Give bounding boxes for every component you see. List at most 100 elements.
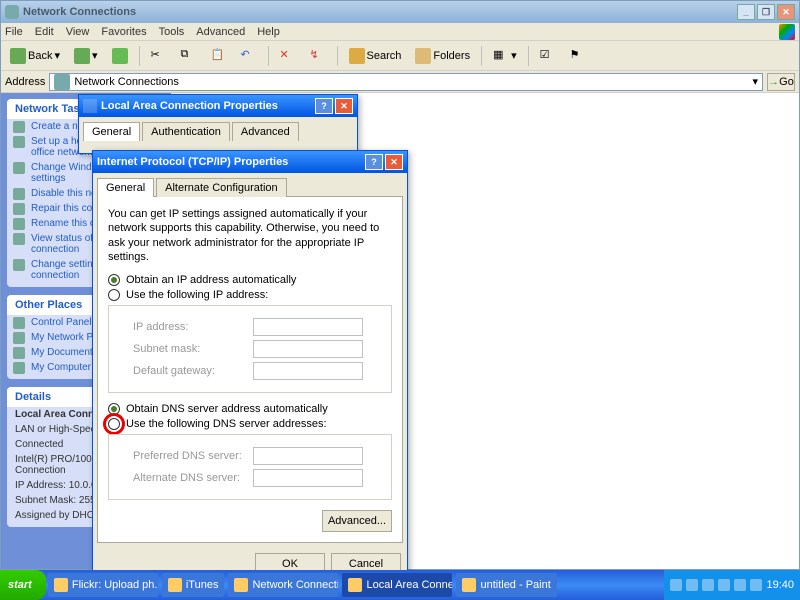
address-label: Address <box>5 76 45 88</box>
netconn-icon <box>54 74 70 90</box>
label-dns-auto: Obtain DNS server address automatically <box>126 403 328 415</box>
label-dns-manual: Use the following DNS server addresses: <box>126 418 327 430</box>
input-gateway[interactable] <box>253 362 363 380</box>
paste-button[interactable]: 📋 <box>206 45 232 67</box>
cut-button[interactable]: ✂ <box>146 45 172 67</box>
windows-logo-icon <box>779 24 795 40</box>
menu-edit[interactable]: Edit <box>35 26 54 38</box>
window-title: Network Connections <box>23 6 136 18</box>
paste-icon: 📋 <box>211 48 227 64</box>
menu-advanced[interactable]: Advanced <box>196 26 245 38</box>
menu-file[interactable]: File <box>5 26 23 38</box>
input-pref-dns[interactable] <box>253 447 363 465</box>
help-button[interactable]: ? <box>315 98 333 114</box>
radio-ip-manual[interactable] <box>108 289 120 301</box>
tcpip-properties-dialog: Internet Protocol (TCP/IP) Properties ? … <box>92 150 408 582</box>
undo2-button[interactable]: ↯ <box>305 45 331 67</box>
main-titlebar: Network Connections _ ❐ ✕ <box>1 1 799 23</box>
go-button[interactable]: →Go <box>767 73 795 91</box>
app-icon <box>348 578 362 592</box>
delete-button[interactable]: ✕ <box>275 45 301 67</box>
address-value: Network Connections <box>74 76 179 88</box>
menu-help[interactable]: Help <box>257 26 280 38</box>
address-field[interactable]: Network Connections ▾ <box>49 73 763 91</box>
app-icon <box>168 578 182 592</box>
taskbar-item[interactable]: Flickr: Upload ph... <box>48 573 158 597</box>
tray-icon[interactable] <box>718 579 730 591</box>
search-icon <box>349 48 365 64</box>
toolbar: Back ▾ ▾ ✂ ⧉ 📋 ↶ ✕ ↯ Search Folders ▦▾ ☑… <box>1 41 799 71</box>
taskbar: start Flickr: Upload ph... iTunes Networ… <box>0 570 800 600</box>
tab-authentication[interactable]: Authentication <box>142 122 230 141</box>
dialog-icon <box>83 99 97 113</box>
up-button[interactable] <box>107 45 133 67</box>
cut-icon: ✂ <box>151 48 167 64</box>
undo-icon: ↶ <box>241 48 257 64</box>
menu-view[interactable]: View <box>66 26 90 38</box>
back-icon <box>10 48 26 64</box>
check-icon: ☑ <box>540 48 556 64</box>
tab-general[interactable]: General <box>83 122 140 141</box>
views-button[interactable]: ▦▾ <box>488 45 522 67</box>
label-ip-manual: Use the following IP address: <box>126 289 268 301</box>
tab-general[interactable]: General <box>97 178 154 197</box>
forward-button[interactable]: ▾ <box>69 45 103 67</box>
app-icon <box>234 578 248 592</box>
close-button[interactable]: ✕ <box>335 98 353 114</box>
label-alt-dns: Alternate DNS server: <box>133 472 253 484</box>
start-button[interactable]: start <box>0 570 46 600</box>
advanced-button[interactable]: Advanced... <box>322 510 392 532</box>
radio-ip-auto[interactable] <box>108 274 120 286</box>
copy-button[interactable]: ⧉ <box>176 45 202 67</box>
folder-up-icon <box>112 48 128 64</box>
tray-icon[interactable] <box>702 579 714 591</box>
tb-extra1[interactable]: ☑ <box>535 45 561 67</box>
app-icon <box>462 578 476 592</box>
dlg1-title: Local Area Connection Properties <box>101 100 278 112</box>
tray-icon[interactable] <box>670 579 682 591</box>
system-tray: 19:40 <box>664 570 800 600</box>
tray-icon[interactable] <box>686 579 698 591</box>
taskbar-item[interactable]: Network Connecti... <box>228 573 338 597</box>
copy-icon: ⧉ <box>181 48 197 64</box>
taskbar-item-active[interactable]: Local Area Conne... <box>342 573 452 597</box>
close-button[interactable]: ✕ <box>777 4 795 20</box>
label-subnet: Subnet mask: <box>133 343 253 355</box>
taskbar-item[interactable]: untitled - Paint <box>456 573 556 597</box>
tray-icon[interactable] <box>750 579 762 591</box>
undo-button[interactable]: ↶ <box>236 45 262 67</box>
views-icon: ▦ <box>493 48 509 64</box>
folders-button[interactable]: Folders <box>410 45 475 67</box>
netconn-icon <box>5 5 19 19</box>
menu-tools[interactable]: Tools <box>159 26 185 38</box>
label-gateway: Default gateway: <box>133 365 253 377</box>
close-button[interactable]: ✕ <box>385 154 403 170</box>
label-ip-address: IP address: <box>133 321 253 333</box>
menubar: File Edit View Favorites Tools Advanced … <box>1 23 799 41</box>
radio-dns-manual[interactable] <box>108 418 120 430</box>
lac-properties-dialog: Local Area Connection Properties ? ✕ Gen… <box>78 94 358 154</box>
search-button[interactable]: Search <box>344 45 407 67</box>
input-subnet[interactable] <box>253 340 363 358</box>
menu-favorites[interactable]: Favorites <box>101 26 146 38</box>
addressbar: Address Network Connections ▾ →Go <box>1 71 799 93</box>
back-button[interactable]: Back ▾ <box>5 45 65 67</box>
input-ip-address[interactable] <box>253 318 363 336</box>
clock: 19:40 <box>766 579 794 591</box>
tray-icon[interactable] <box>734 579 746 591</box>
maximize-button[interactable]: ❐ <box>757 4 775 20</box>
flag-icon: ⚑ <box>570 48 586 64</box>
radio-dns-auto[interactable] <box>108 403 120 415</box>
tab-advanced[interactable]: Advanced <box>232 122 299 141</box>
dlg2-title: Internet Protocol (TCP/IP) Properties <box>97 156 288 168</box>
label-ip-auto: Obtain an IP address automatically <box>126 274 296 286</box>
minimize-button[interactable]: _ <box>737 4 755 20</box>
tcpip-description: You can get IP settings assigned automat… <box>108 207 392 264</box>
tb-extra2[interactable]: ⚑ <box>565 45 591 67</box>
tab-alternate[interactable]: Alternate Configuration <box>156 178 287 197</box>
input-alt-dns[interactable] <box>253 469 363 487</box>
undo2-icon: ↯ <box>310 48 326 64</box>
taskbar-item[interactable]: iTunes <box>162 573 225 597</box>
help-button[interactable]: ? <box>365 154 383 170</box>
app-icon <box>54 578 68 592</box>
